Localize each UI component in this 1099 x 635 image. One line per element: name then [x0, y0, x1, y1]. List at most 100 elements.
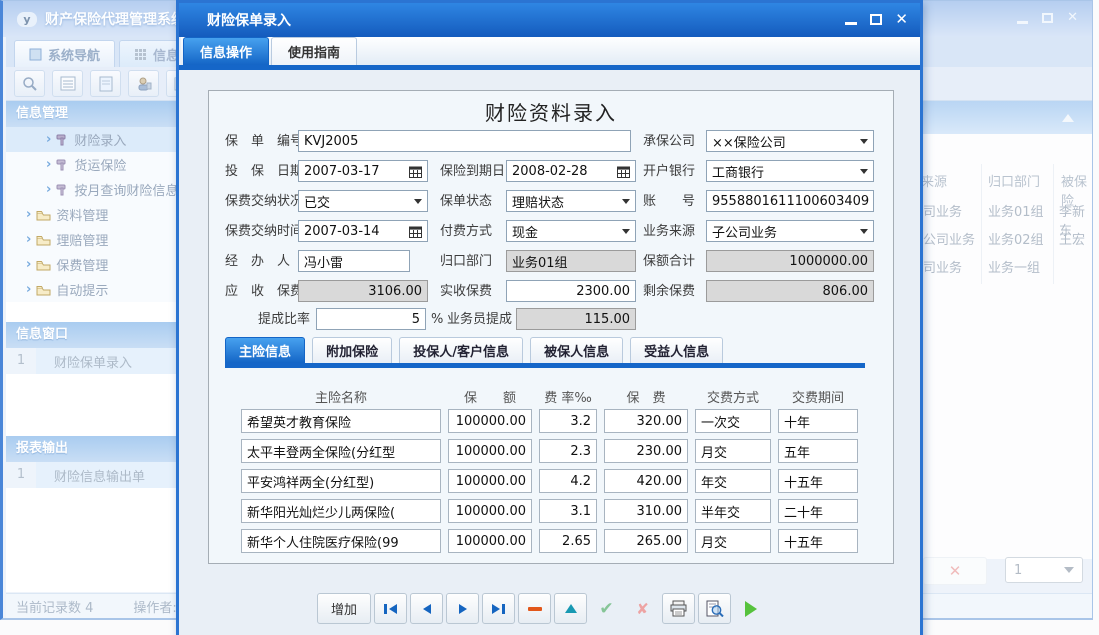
sidebar-section-info-mgmt[interactable]: 信息管理 — [6, 101, 181, 127]
close-icon[interactable]: ✕ — [895, 12, 908, 26]
tab-insured-info[interactable]: 被保人信息 — [530, 337, 623, 363]
cell-amount[interactable]: 100000.00 — [448, 469, 532, 493]
cell-rate[interactable]: 3.1 — [539, 499, 597, 523]
triangle-up-icon[interactable] — [1062, 114, 1074, 122]
cell-amount[interactable]: 100000.00 — [448, 409, 532, 433]
cell-period[interactable]: 十五年 — [778, 529, 858, 553]
end-date-input[interactable]: 2008-02-28 — [506, 160, 636, 182]
search-icon — [22, 76, 38, 92]
cell-premium[interactable]: 320.00 — [604, 409, 688, 433]
panel-icon — [29, 48, 42, 61]
document-button[interactable] — [90, 70, 121, 97]
minimize-icon[interactable] — [845, 22, 857, 25]
close-icon[interactable]: ✕ — [1067, 11, 1078, 25]
tab-info-operation[interactable]: 信息操作 — [183, 37, 269, 65]
bank-select[interactable]: 工商银行 — [706, 160, 874, 182]
received-input[interactable]: 2300.00 — [506, 280, 636, 302]
policy-status-select[interactable]: 理赔状态 — [506, 190, 636, 212]
pay-method-select[interactable]: 现金 — [506, 220, 636, 242]
prev-record-button[interactable] — [410, 593, 443, 624]
cell-method[interactable]: 一次交 — [695, 409, 771, 433]
cell-rate[interactable]: 4.2 — [539, 469, 597, 493]
cell-period[interactable]: 十五年 — [778, 469, 858, 493]
start-date-input[interactable]: 2007-03-17 — [298, 160, 428, 182]
print-button[interactable] — [662, 593, 695, 624]
tab-beneficiary-info[interactable]: 受益人信息 — [630, 337, 723, 363]
cell-method[interactable]: 月交 — [695, 529, 771, 553]
cell-amount[interactable]: 100000.00 — [448, 499, 532, 523]
value: 年交 — [701, 472, 727, 491]
bg-cell: 业务一组 — [988, 257, 1040, 276]
bg-cancel-button[interactable]: ✕ — [923, 557, 987, 585]
list-button[interactable] — [52, 70, 83, 97]
cell-name[interactable]: 新华个人住院医疗保险(99 — [241, 529, 441, 553]
cell-method[interactable]: 月交 — [695, 439, 771, 463]
value: 2.65 — [562, 534, 591, 549]
handler-input[interactable]: 冯小雷 — [298, 250, 410, 272]
cell-name[interactable]: 太平丰登两全保险(分红型 — [241, 439, 441, 463]
sidebar-section-info-window[interactable]: 信息窗口 — [6, 322, 181, 348]
sidebar-item-premium-mgmt[interactable]: › 保费管理 — [6, 252, 181, 277]
cell-rate[interactable]: 2.65 — [539, 529, 597, 553]
cell-premium[interactable]: 420.00 — [604, 469, 688, 493]
tab-applicant-info[interactable]: 投保人/客户信息 — [399, 337, 523, 363]
sidebar-item-data-mgmt[interactable]: › 资料管理 — [6, 202, 181, 227]
cell-period[interactable]: 十年 — [778, 409, 858, 433]
cell-premium[interactable]: 310.00 — [604, 499, 688, 523]
maximize-icon[interactable] — [870, 14, 882, 25]
calendar-icon[interactable] — [409, 165, 422, 178]
sidebar-item-cargo-insurance[interactable]: › 货运保险 — [6, 152, 181, 177]
insurer-select[interactable]: ××保险公司 — [706, 130, 874, 152]
cell-amount[interactable]: 100000.00 — [448, 529, 532, 553]
first-record-button[interactable] — [374, 593, 407, 624]
report-output-item[interactable]: 1 财险信息输出单 — [6, 462, 181, 488]
dialog-titlebar[interactable]: 财险保单录入 — [179, 3, 920, 37]
policy-no-input[interactable]: KVJ2005 — [298, 130, 631, 152]
confirm-button[interactable]: ✔ — [590, 593, 623, 624]
cell-rate[interactable]: 3.2 — [539, 409, 597, 433]
account-no-input[interactable]: 9558801611100603409 — [706, 190, 874, 212]
page-select[interactable]: 1 — [1005, 557, 1083, 583]
cell-method[interactable]: 年交 — [695, 469, 771, 493]
tab-main-insurance[interactable]: 主险信息 — [225, 337, 305, 363]
cell-name[interactable]: 平安鸿祥两全(分红型) — [241, 469, 441, 493]
search-button[interactable] — [14, 70, 45, 97]
pay-status-select[interactable]: 已交 — [298, 190, 428, 212]
col-header-period: 交费期间 — [778, 387, 858, 406]
delete-record-button[interactable] — [518, 593, 551, 624]
cell-premium[interactable]: 230.00 — [604, 439, 688, 463]
sidebar-section-report-output[interactable]: 报表输出 — [6, 436, 181, 462]
last-record-button[interactable] — [482, 593, 515, 624]
cell-rate[interactable]: 2.3 — [539, 439, 597, 463]
calendar-icon[interactable] — [409, 225, 422, 238]
cell-name[interactable]: 新华阳光灿烂少儿两保险( — [241, 499, 441, 523]
cell-period[interactable]: 五年 — [778, 439, 858, 463]
cell-method[interactable]: 半年交 — [695, 499, 771, 523]
user-button[interactable] — [128, 70, 159, 97]
calendar-icon[interactable] — [617, 165, 630, 178]
commission-rate-input[interactable]: 5 — [316, 308, 426, 330]
restore-icon[interactable] — [1042, 13, 1053, 23]
minimize-icon[interactable] — [1017, 21, 1028, 24]
cell-name[interactable]: 希望英才教育保险 — [241, 409, 441, 433]
info-window-item[interactable]: 1 财险保单录入 — [6, 348, 181, 374]
tab-additional-insurance[interactable]: 附加保险 — [312, 337, 392, 363]
cell-premium[interactable]: 265.00 — [604, 529, 688, 553]
tab-system-nav[interactable]: 系统导航 — [14, 40, 115, 67]
sidebar-item-property-entry[interactable]: › 财险录入 — [6, 127, 181, 152]
print-preview-button[interactable] — [698, 593, 731, 624]
biz-source-select[interactable]: 子公司业务 — [706, 220, 874, 242]
run-button[interactable] — [734, 593, 767, 624]
sidebar-item-claims-mgmt[interactable]: › 理赔管理 — [6, 227, 181, 252]
sidebar-item-auto-reminder[interactable]: › 自动提示 — [6, 277, 181, 302]
add-button[interactable]: 增加 — [317, 593, 371, 624]
cancel-button[interactable]: ✘ — [626, 593, 659, 624]
tab-user-guide[interactable]: 使用指南 — [271, 37, 357, 65]
sidebar-item-monthly-query[interactable]: › 按月查询财险信息 — [6, 177, 181, 202]
cell-period[interactable]: 二十年 — [778, 499, 858, 523]
cell-amount[interactable]: 100000.00 — [448, 439, 532, 463]
next-record-button[interactable] — [446, 593, 479, 624]
pay-time-input[interactable]: 2007-03-14 — [298, 220, 428, 242]
policy-status-label: 保单状态 — [440, 191, 492, 213]
post-record-button[interactable] — [554, 593, 587, 624]
